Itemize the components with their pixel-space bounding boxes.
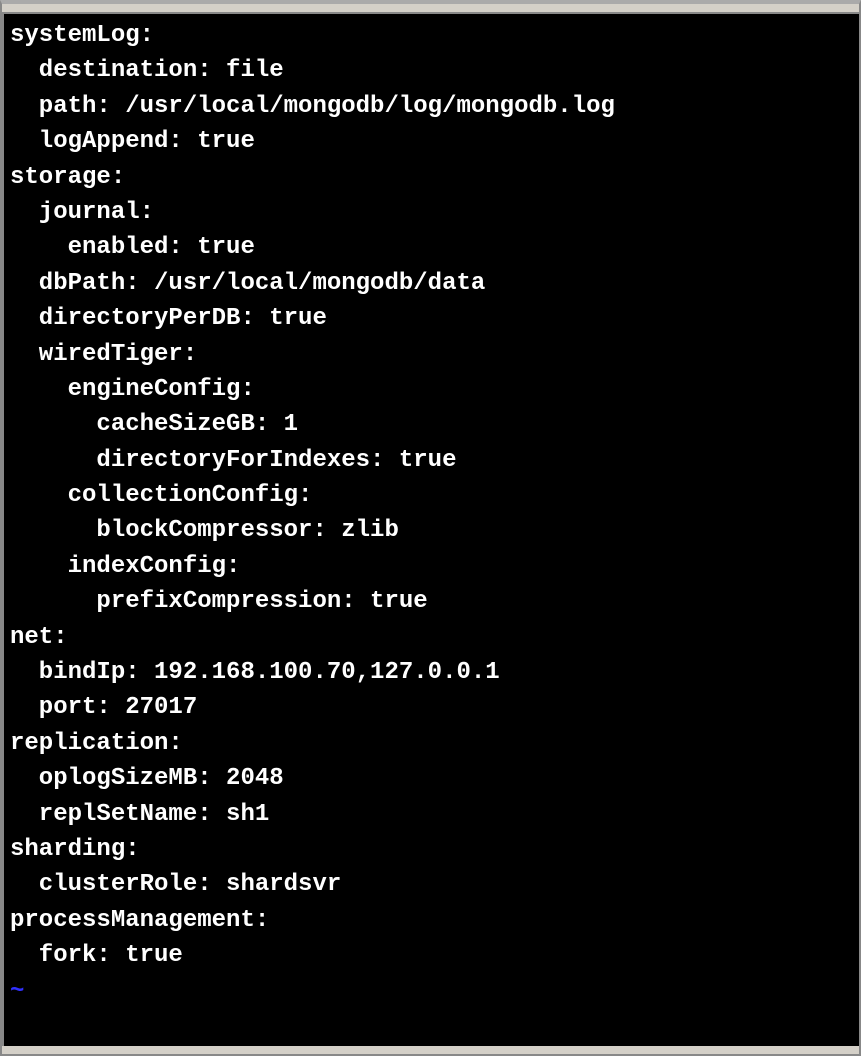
config-line: destination: file: [10, 57, 284, 84]
config-line: collectionConfig:: [10, 482, 312, 509]
config-line: directoryPerDB: true: [10, 305, 327, 332]
config-line: replSetName: sh1: [10, 801, 269, 828]
config-line: oplogSizeMB: 2048: [10, 765, 284, 792]
config-line: logAppend: true: [10, 128, 255, 155]
terminal-content[interactable]: systemLog: destination: file path: /usr/…: [2, 12, 859, 1046]
config-line: clusterRole: shardsvr: [10, 871, 341, 898]
config-line: enabled: true: [10, 234, 255, 261]
config-line: engineConfig:: [10, 376, 255, 403]
config-line: storage:: [10, 164, 125, 191]
config-line: systemLog:: [10, 22, 154, 49]
config-line: fork: true: [10, 942, 183, 969]
config-line: processManagement:: [10, 907, 269, 934]
config-line: dbPath: /usr/local/mongodb/data: [10, 270, 485, 297]
config-line: blockCompressor: zlib: [10, 517, 399, 544]
config-line: path: /usr/local/mongodb/log/mongodb.log: [10, 93, 615, 120]
config-line: bindIp: 192.168.100.70,127.0.0.1: [10, 659, 500, 686]
config-line: net:: [10, 624, 68, 651]
config-line: prefixCompression: true: [10, 588, 428, 615]
config-line: wiredTiger:: [10, 341, 197, 368]
config-line: journal:: [10, 199, 154, 226]
config-line: directoryForIndexes: true: [10, 447, 456, 474]
config-line: replication:: [10, 730, 183, 757]
vim-eof-marker: ~: [10, 978, 24, 1005]
config-line: cacheSizeGB: 1: [10, 411, 298, 438]
config-line: indexConfig:: [10, 553, 240, 580]
window-frame: systemLog: destination: file path: /usr/…: [0, 0, 861, 1056]
config-line: port: 27017: [10, 694, 197, 721]
config-line: sharding:: [10, 836, 140, 863]
